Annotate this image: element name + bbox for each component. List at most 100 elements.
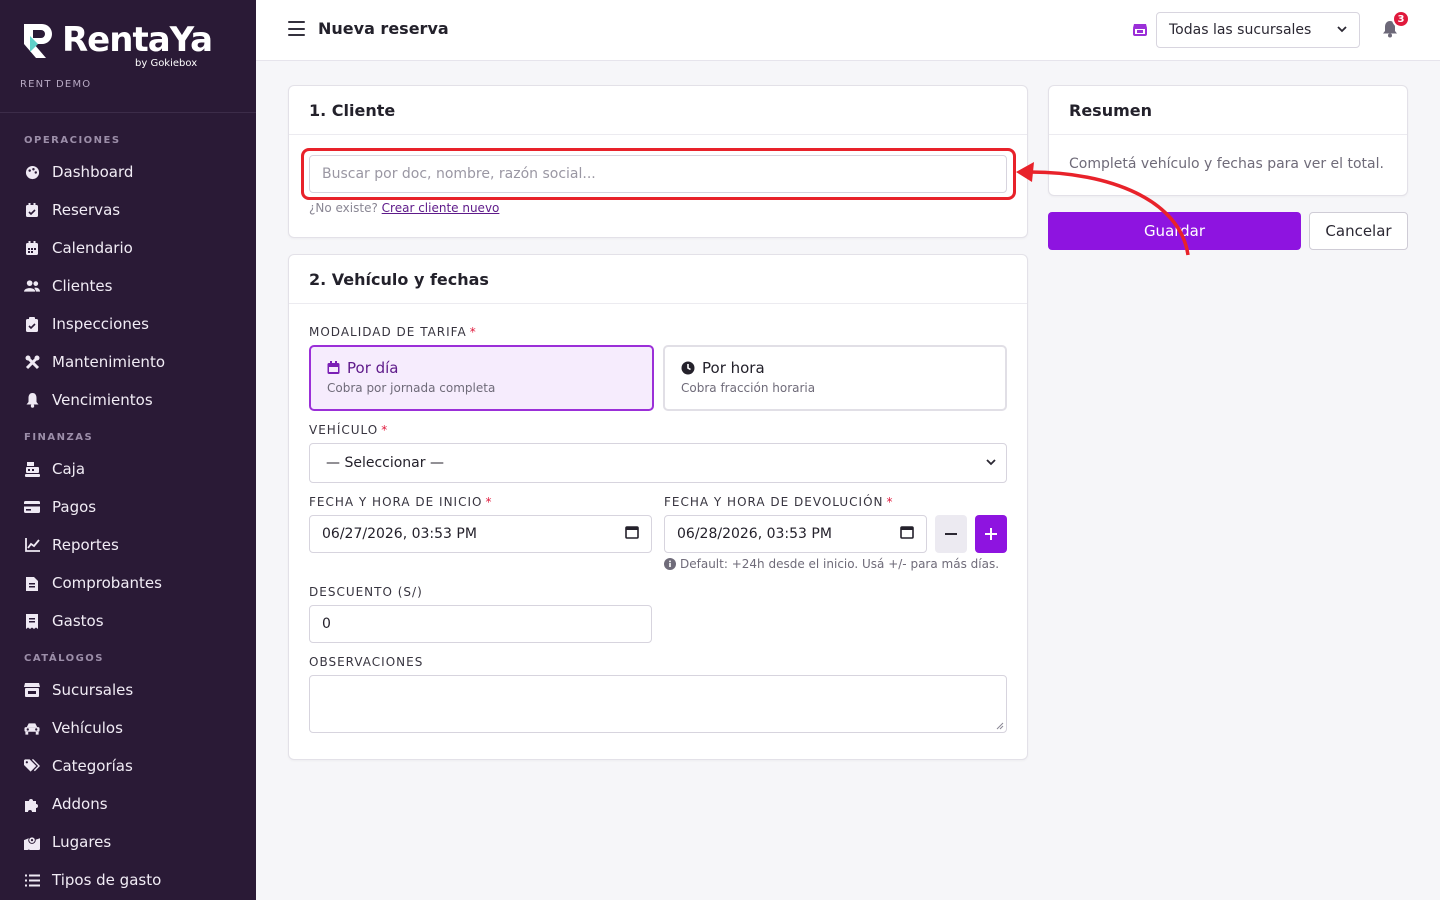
- sidebar-item-label: Reportes: [52, 536, 119, 554]
- sidebar-item-addons[interactable]: Addons: [0, 785, 256, 823]
- brand-logo[interactable]: RentaYa: [20, 20, 236, 60]
- tenant-name: RENT DEMO: [20, 79, 92, 90]
- sidebar-item-tipos-de-gasto[interactable]: Tipos de gasto: [0, 861, 256, 899]
- tariff-option-hour[interactable]: Por hora Cobra fracción horaria: [663, 345, 1007, 411]
- sidebar-item-vencimientos[interactable]: Vencimientos: [0, 381, 256, 419]
- resize-handle-icon[interactable]: [996, 722, 1004, 730]
- create-client-hint: ¿No existe? Crear cliente nuevo: [309, 201, 499, 215]
- plus-icon: [985, 528, 997, 540]
- receipt-icon: [24, 613, 40, 629]
- sidebar-item-calendario[interactable]: Calendario: [0, 229, 256, 267]
- sidebar-item-inspecciones[interactable]: Inspecciones: [0, 305, 256, 343]
- tariff-day-subtitle: Cobra por jornada completa: [327, 381, 496, 395]
- sidebar-item-reservas[interactable]: Reservas: [0, 191, 256, 229]
- chevron-down-icon: [1337, 24, 1347, 37]
- vehiculo-card-title: 2. Vehículo y fechas: [289, 255, 1027, 304]
- sidebar-nav: OPERACIONES Dashboard Reservas Calendario Cl…: [0, 113, 256, 899]
- sidebar-item-label: Gastos: [52, 612, 104, 630]
- nav-section-title: OPERACIONES: [24, 135, 121, 146]
- topbar: Nueva reserva Todas las sucursales 3: [256, 0, 1440, 61]
- decrease-day-button[interactable]: [935, 515, 967, 553]
- sidebar-item-label: Mantenimiento: [52, 353, 165, 371]
- list-icon: [24, 872, 40, 888]
- discount-value: 0: [322, 616, 331, 632]
- save-button[interactable]: Guardar: [1048, 212, 1301, 250]
- branch-select[interactable]: Todas las sucursales: [1156, 12, 1360, 48]
- sidebar-item-label: Inspecciones: [52, 315, 149, 333]
- nav-section-title: FINANZAS: [24, 432, 94, 443]
- sidebar-item-comprobantes[interactable]: Comprobantes: [0, 564, 256, 602]
- sidebar-item-clientes[interactable]: Clientes: [0, 267, 256, 305]
- cliente-card: 1. Cliente Buscar por doc, nombre, razón…: [288, 85, 1028, 238]
- vehicle-select[interactable]: — Seleccionar —: [309, 443, 1007, 483]
- end-datetime-label: FECHA Y HORA DE DEVOLUCIÓN *: [664, 495, 894, 509]
- brand-mark-icon: [20, 20, 60, 60]
- sidebar-item-label: Categorías: [52, 757, 133, 775]
- sidebar-item-label: Dashboard: [52, 163, 134, 181]
- clipboard-check-icon: [24, 316, 40, 332]
- client-search-placeholder: Buscar por doc, nombre, razón social...: [322, 166, 596, 182]
- sidebar-item-mantenimiento[interactable]: Mantenimiento: [0, 343, 256, 381]
- sidebar-item-label: Caja: [52, 460, 86, 478]
- tags-icon: [24, 758, 40, 774]
- sidebar-item-vehiculos[interactable]: Vehículos: [0, 709, 256, 747]
- clock-icon: [681, 361, 695, 375]
- notification-count-badge: 3: [1392, 10, 1410, 28]
- sidebar-item-label: Reservas: [52, 201, 121, 219]
- menu-toggle-icon[interactable]: [288, 21, 305, 36]
- cliente-card-title: 1. Cliente: [289, 86, 1027, 135]
- nav-section-title: CATÁLOGOS: [24, 653, 105, 664]
- tools-icon: [24, 354, 40, 370]
- users-icon: [24, 278, 40, 294]
- start-datetime-label: FECHA Y HORA DE INICIO *: [309, 495, 493, 509]
- sidebar-item-label: Sucursales: [52, 681, 134, 699]
- cash-register-icon: [24, 461, 40, 477]
- map-location-icon: [24, 834, 40, 850]
- sidebar-item-caja[interactable]: Caja: [0, 450, 256, 488]
- sidebar-item-label: Clientes: [52, 277, 113, 295]
- start-datetime-input[interactable]: 06/27/2026, 03:53 PM: [309, 515, 652, 553]
- store-icon: [1132, 21, 1148, 37]
- tariff-hour-title: Por hora: [702, 359, 765, 377]
- sidebar-item-reportes[interactable]: Reportes: [0, 526, 256, 564]
- page-title: Nueva reserva: [318, 19, 449, 38]
- sidebar-item-pagos[interactable]: Pagos: [0, 488, 256, 526]
- vehicle-label: VEHÍCULO *: [309, 423, 389, 437]
- sidebar-item-label: Pagos: [52, 498, 97, 516]
- sidebar-item-label: Addons: [52, 795, 108, 813]
- discount-input[interactable]: 0: [309, 605, 652, 643]
- info-circle-icon: [664, 558, 676, 570]
- notes-textarea[interactable]: [309, 675, 1007, 733]
- sidebar-item-sucursales[interactable]: Sucursales: [0, 671, 256, 709]
- chart-line-icon: [24, 537, 40, 553]
- not-exists-text: ¿No existe?: [309, 201, 378, 215]
- resumen-card: Resumen Completá vehículo y fechas para …: [1048, 85, 1408, 196]
- cancel-button[interactable]: Cancelar: [1309, 212, 1408, 250]
- sidebar-item-label: Calendario: [52, 239, 133, 257]
- sidebar-item-lugares[interactable]: Lugares: [0, 823, 256, 861]
- end-datetime-value: 06/28/2026, 03:53 PM: [677, 526, 832, 542]
- client-search-input[interactable]: Buscar por doc, nombre, razón social...: [309, 155, 1007, 193]
- palette-icon: [24, 164, 40, 180]
- vehicle-select-value: — Seleccionar —: [326, 455, 444, 471]
- calendar-check-icon: [24, 202, 40, 218]
- end-datetime-input[interactable]: 06/28/2026, 03:53 PM: [664, 515, 927, 553]
- create-client-link[interactable]: Crear cliente nuevo: [382, 201, 500, 215]
- tariff-label: MODALIDAD DE TARIFA *: [309, 325, 477, 339]
- chevron-down-icon: [986, 455, 996, 471]
- sidebar-item-categorias[interactable]: Categorías: [0, 747, 256, 785]
- calendar-picker-icon[interactable]: [900, 525, 914, 543]
- calendar-picker-icon[interactable]: [625, 525, 639, 543]
- calendar-icon: [24, 240, 40, 256]
- tariff-option-day[interactable]: Por día Cobra por jornada completa: [309, 345, 654, 411]
- resumen-body: Completá vehículo y fechas para ver el t…: [1069, 156, 1384, 172]
- end-datetime-hint-text: Default: +24h desde el inicio. Usá +/- p…: [680, 557, 1000, 571]
- sidebar-item-label: Lugares: [52, 833, 112, 851]
- store-icon: [24, 682, 40, 698]
- resumen-card-title: Resumen: [1049, 86, 1407, 135]
- sidebar-item-dashboard[interactable]: Dashboard: [0, 153, 256, 191]
- end-datetime-hint: Default: +24h desde el inicio. Usá +/- p…: [664, 557, 999, 571]
- sidebar-item-gastos[interactable]: Gastos: [0, 602, 256, 640]
- brand: RentaYa by Gokiebox RENT DEMO: [0, 0, 256, 113]
- increase-day-button[interactable]: [975, 515, 1007, 553]
